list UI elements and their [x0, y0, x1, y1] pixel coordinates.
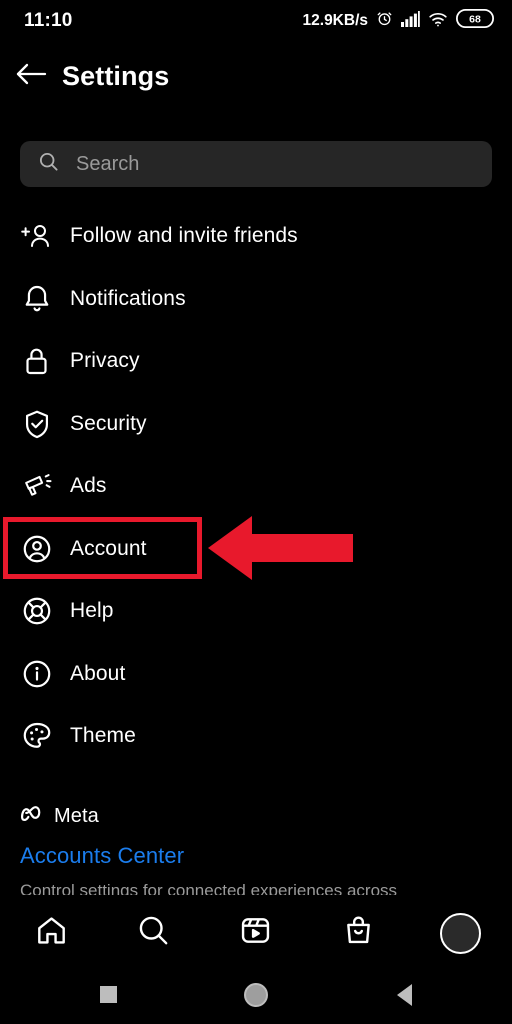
menu-item-account[interactable]: Account	[0, 518, 512, 581]
status-indicators: 12.9KB/s 68	[302, 8, 495, 33]
nav-profile-button[interactable]	[430, 908, 492, 958]
back-arrow-icon	[15, 61, 47, 92]
palette-icon	[20, 720, 53, 753]
status-bar: 11:10 12.9KB/s 68	[0, 0, 512, 42]
search-placeholder: Search	[76, 152, 140, 175]
shield-check-icon	[20, 407, 53, 440]
shopping-bag-icon	[343, 914, 374, 952]
menu-item-label: Theme	[70, 724, 136, 748]
account-circle-icon	[20, 532, 53, 565]
reels-play-icon	[239, 914, 272, 952]
menu-item-notifications[interactable]: Notifications	[0, 268, 512, 331]
bottom-navigation-bar	[0, 901, 512, 965]
menu-item-help[interactable]: Help	[0, 580, 512, 643]
page-header: Settings	[0, 42, 512, 110]
network-speed-label: 12.9KB/s	[302, 12, 368, 29]
megaphone-icon	[20, 470, 53, 503]
info-circle-icon	[20, 657, 53, 690]
triangle-back-icon	[396, 983, 412, 1006]
menu-item-label: Privacy	[70, 349, 140, 373]
accounts-center-link[interactable]: Accounts Center	[20, 843, 492, 869]
life-ring-icon	[20, 595, 53, 628]
cellular-signal-icon	[401, 10, 420, 32]
phone-screen: 11:10 12.9KB/s 68 Settings Search Follow…	[0, 0, 512, 1024]
recents-button[interactable]	[88, 975, 128, 1015]
nav-reels-button[interactable]	[225, 908, 287, 958]
home-icon	[35, 914, 68, 952]
menu-item-privacy[interactable]: Privacy	[0, 330, 512, 393]
home-button[interactable]	[236, 975, 276, 1015]
add-person-icon	[20, 220, 53, 253]
wifi-icon	[428, 11, 448, 32]
back-button[interactable]	[384, 975, 424, 1015]
circle-home-icon	[244, 982, 268, 1007]
nav-search-button[interactable]	[123, 908, 185, 958]
nav-shop-button[interactable]	[327, 908, 389, 958]
search-input[interactable]: Search	[20, 141, 492, 187]
bell-icon	[20, 282, 53, 315]
square-recents-icon	[99, 986, 117, 1003]
meta-section: Meta Accounts Center Control settings fo…	[20, 800, 492, 896]
menu-item-label: Notifications	[70, 286, 186, 310]
meta-brand-row: Meta	[20, 800, 492, 832]
menu-item-label: Account	[70, 536, 147, 560]
meta-brand-label: Meta	[54, 804, 99, 827]
settings-menu-list: Follow and invite friends Notifications …	[0, 205, 512, 768]
alarm-clock-icon	[376, 10, 393, 32]
menu-item-about[interactable]: About	[0, 643, 512, 706]
menu-item-label: Help	[70, 599, 114, 623]
menu-item-theme[interactable]: Theme	[0, 705, 512, 768]
menu-item-follow-and-invite-friends[interactable]: Follow and invite friends	[0, 205, 512, 268]
battery-icon: 68	[455, 8, 495, 33]
menu-item-ads[interactable]: Ads	[0, 455, 512, 518]
menu-item-label: Ads	[70, 474, 107, 498]
menu-item-label: Follow and invite friends	[70, 224, 298, 248]
search-bar[interactable]: Search	[20, 141, 492, 187]
menu-item-label: Security	[70, 411, 147, 435]
page-title: Settings	[62, 60, 170, 91]
lock-icon	[20, 345, 53, 378]
back-button[interactable]	[0, 61, 62, 92]
search-icon	[137, 914, 170, 952]
meta-infinity-logo-icon	[20, 805, 47, 827]
nav-home-button[interactable]	[20, 908, 82, 958]
search-icon	[38, 151, 59, 177]
status-clock: 11:10	[24, 10, 73, 31]
battery-level-label: 68	[469, 14, 481, 26]
meta-description: Control settings for connected experienc…	[20, 881, 398, 895]
menu-item-security[interactable]: Security	[0, 393, 512, 456]
menu-item-label: About	[70, 661, 126, 685]
android-system-navigation-bar	[0, 965, 512, 1024]
avatar-icon	[440, 912, 482, 954]
